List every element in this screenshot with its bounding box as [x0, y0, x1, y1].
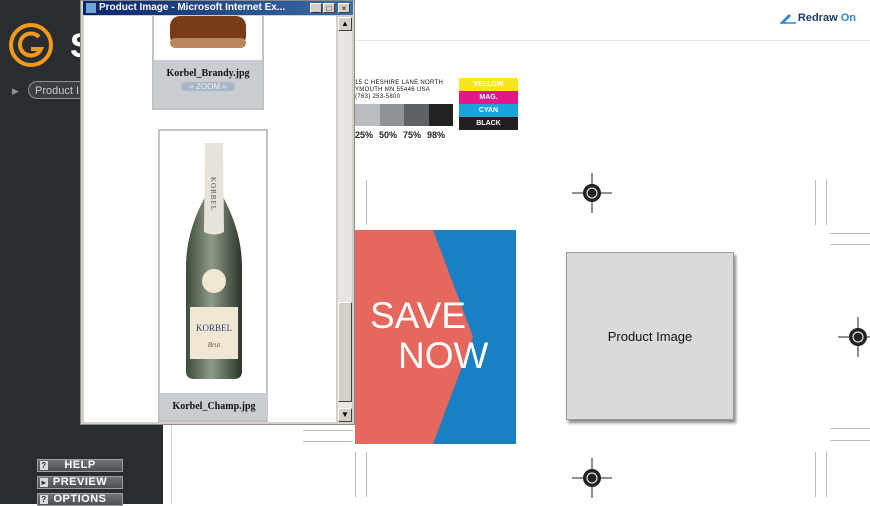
thumb-filename: Korbel_Champ.jpg: [172, 401, 256, 412]
brandy-bottle-image: [170, 16, 246, 48]
save-line: SAVE: [370, 295, 466, 336]
product-image-label: Product Image: [607, 329, 693, 344]
registration-mark-icon: [838, 317, 870, 357]
ie-icon: [86, 3, 96, 13]
minimize-button[interactable]: _: [310, 3, 322, 13]
gray-swatch-50: [379, 104, 404, 126]
registration-mark-icon: [572, 458, 612, 498]
redraw-state: On: [840, 12, 856, 24]
product-thumb-card[interactable]: KORBEL Brut KORBEL Korbel_Champ.jpg: [158, 129, 268, 422]
preview-button[interactable]: ▸ PREVIEW: [37, 476, 123, 489]
address-line: YMOUTH MN 55446 USA: [355, 87, 431, 93]
crop-mark: [366, 180, 367, 225]
save-now-text: SAVE NOW: [370, 296, 510, 376]
product-image-popup-window[interactable]: Product Image - Microsoft Internet Ex...…: [80, 0, 355, 425]
crop-mark: [826, 180, 827, 225]
options-label: OPTIONS: [53, 493, 107, 505]
svg-text:Brut: Brut: [208, 341, 222, 349]
help-label: HELP: [64, 459, 96, 471]
cmyk-black: BLACK: [459, 117, 518, 130]
preview-label: PREVIEW: [52, 476, 108, 488]
cmyk-color-bars: YELLOW MAG. CYAN BLACK: [459, 78, 518, 130]
maximize-button[interactable]: □: [323, 3, 335, 13]
gray-label: 25%: [355, 130, 374, 140]
popup-title: Product Image - Microsoft Internet Ex...: [99, 2, 286, 13]
preview-icon: ▸: [40, 478, 48, 487]
scroll-thumb[interactable]: [338, 302, 352, 402]
address-line: 15 C HESHIRE LANE NORTH: [355, 80, 444, 86]
crop-mark: [366, 452, 367, 497]
scroll-down-arrow-icon[interactable]: ▼: [338, 408, 352, 422]
crop-mark: [303, 441, 353, 442]
crop-mark: [830, 244, 870, 245]
question-icon: ?: [40, 461, 48, 470]
popup-scrollbar[interactable]: ▲ ▼: [338, 17, 352, 422]
cmyk-cyan: CYAN: [459, 104, 518, 117]
thumb-caption: Korbel_Champ.jpg: [160, 393, 268, 420]
gray-label: 75%: [403, 130, 422, 140]
bottle-label-text: KORBEL: [196, 323, 232, 333]
thumb-filename: Korbel_Brandy.jpg: [166, 68, 250, 79]
company-address: 15 C HESHIRE LANE NORTH YMOUTH MN 55446 …: [355, 80, 443, 101]
options-button[interactable]: ? OPTIONS: [37, 493, 123, 506]
options-icon: ?: [40, 495, 48, 504]
gray-swatch-75: [404, 104, 429, 126]
crop-mark: [355, 452, 356, 497]
close-button[interactable]: ×: [338, 3, 350, 13]
gray-swatch-98: [428, 104, 453, 126]
bottle-neck-text: KORBEL: [209, 177, 217, 211]
now-line: NOW: [398, 335, 489, 376]
breadcrumb-arrow-icon[interactable]: ▶: [12, 86, 19, 97]
redraw-label: Redraw: [797, 12, 838, 24]
crop-mark: [826, 452, 827, 497]
brand-logo-icon: [9, 23, 53, 67]
registration-mark-icon: [572, 173, 612, 213]
gray-label: 50%: [379, 130, 398, 140]
champagne-bottle-image: KORBEL Brut KORBEL: [186, 143, 242, 379]
crop-mark: [303, 430, 353, 431]
crop-mark: [830, 233, 870, 234]
scroll-up-arrow-icon[interactable]: ▲: [338, 17, 352, 31]
redraw-toggle[interactable]: Redraw On: [779, 12, 856, 25]
gray-swatch-25: [355, 104, 380, 126]
crop-mark: [815, 180, 816, 225]
product-thumb-card[interactable]: Korbel_Brandy.jpg » ZOOM «: [152, 16, 264, 110]
zoom-button[interactable]: » ZOOM «: [181, 82, 235, 91]
popup-content[interactable]: Korbel_Brandy.jpg » ZOOM « KORBEL Brut K…: [84, 16, 336, 422]
cmyk-magenta: MAG.: [459, 91, 518, 104]
gray-label: 98%: [427, 130, 446, 140]
cmyk-yellow: YELLOW: [459, 78, 518, 91]
address-line: (763) 253-5800: [355, 94, 401, 100]
help-button[interactable]: ? HELP: [37, 459, 123, 472]
crop-mark: [830, 440, 870, 441]
thumb-caption: Korbel_Brandy.jpg » ZOOM «: [154, 60, 262, 108]
pencil-icon: [779, 14, 796, 25]
gray-scale-labels: 25% 50% 75% 98%: [355, 130, 451, 140]
crop-mark: [830, 428, 870, 429]
gray-scale-swatches: [355, 104, 453, 126]
crop-mark: [815, 452, 816, 497]
